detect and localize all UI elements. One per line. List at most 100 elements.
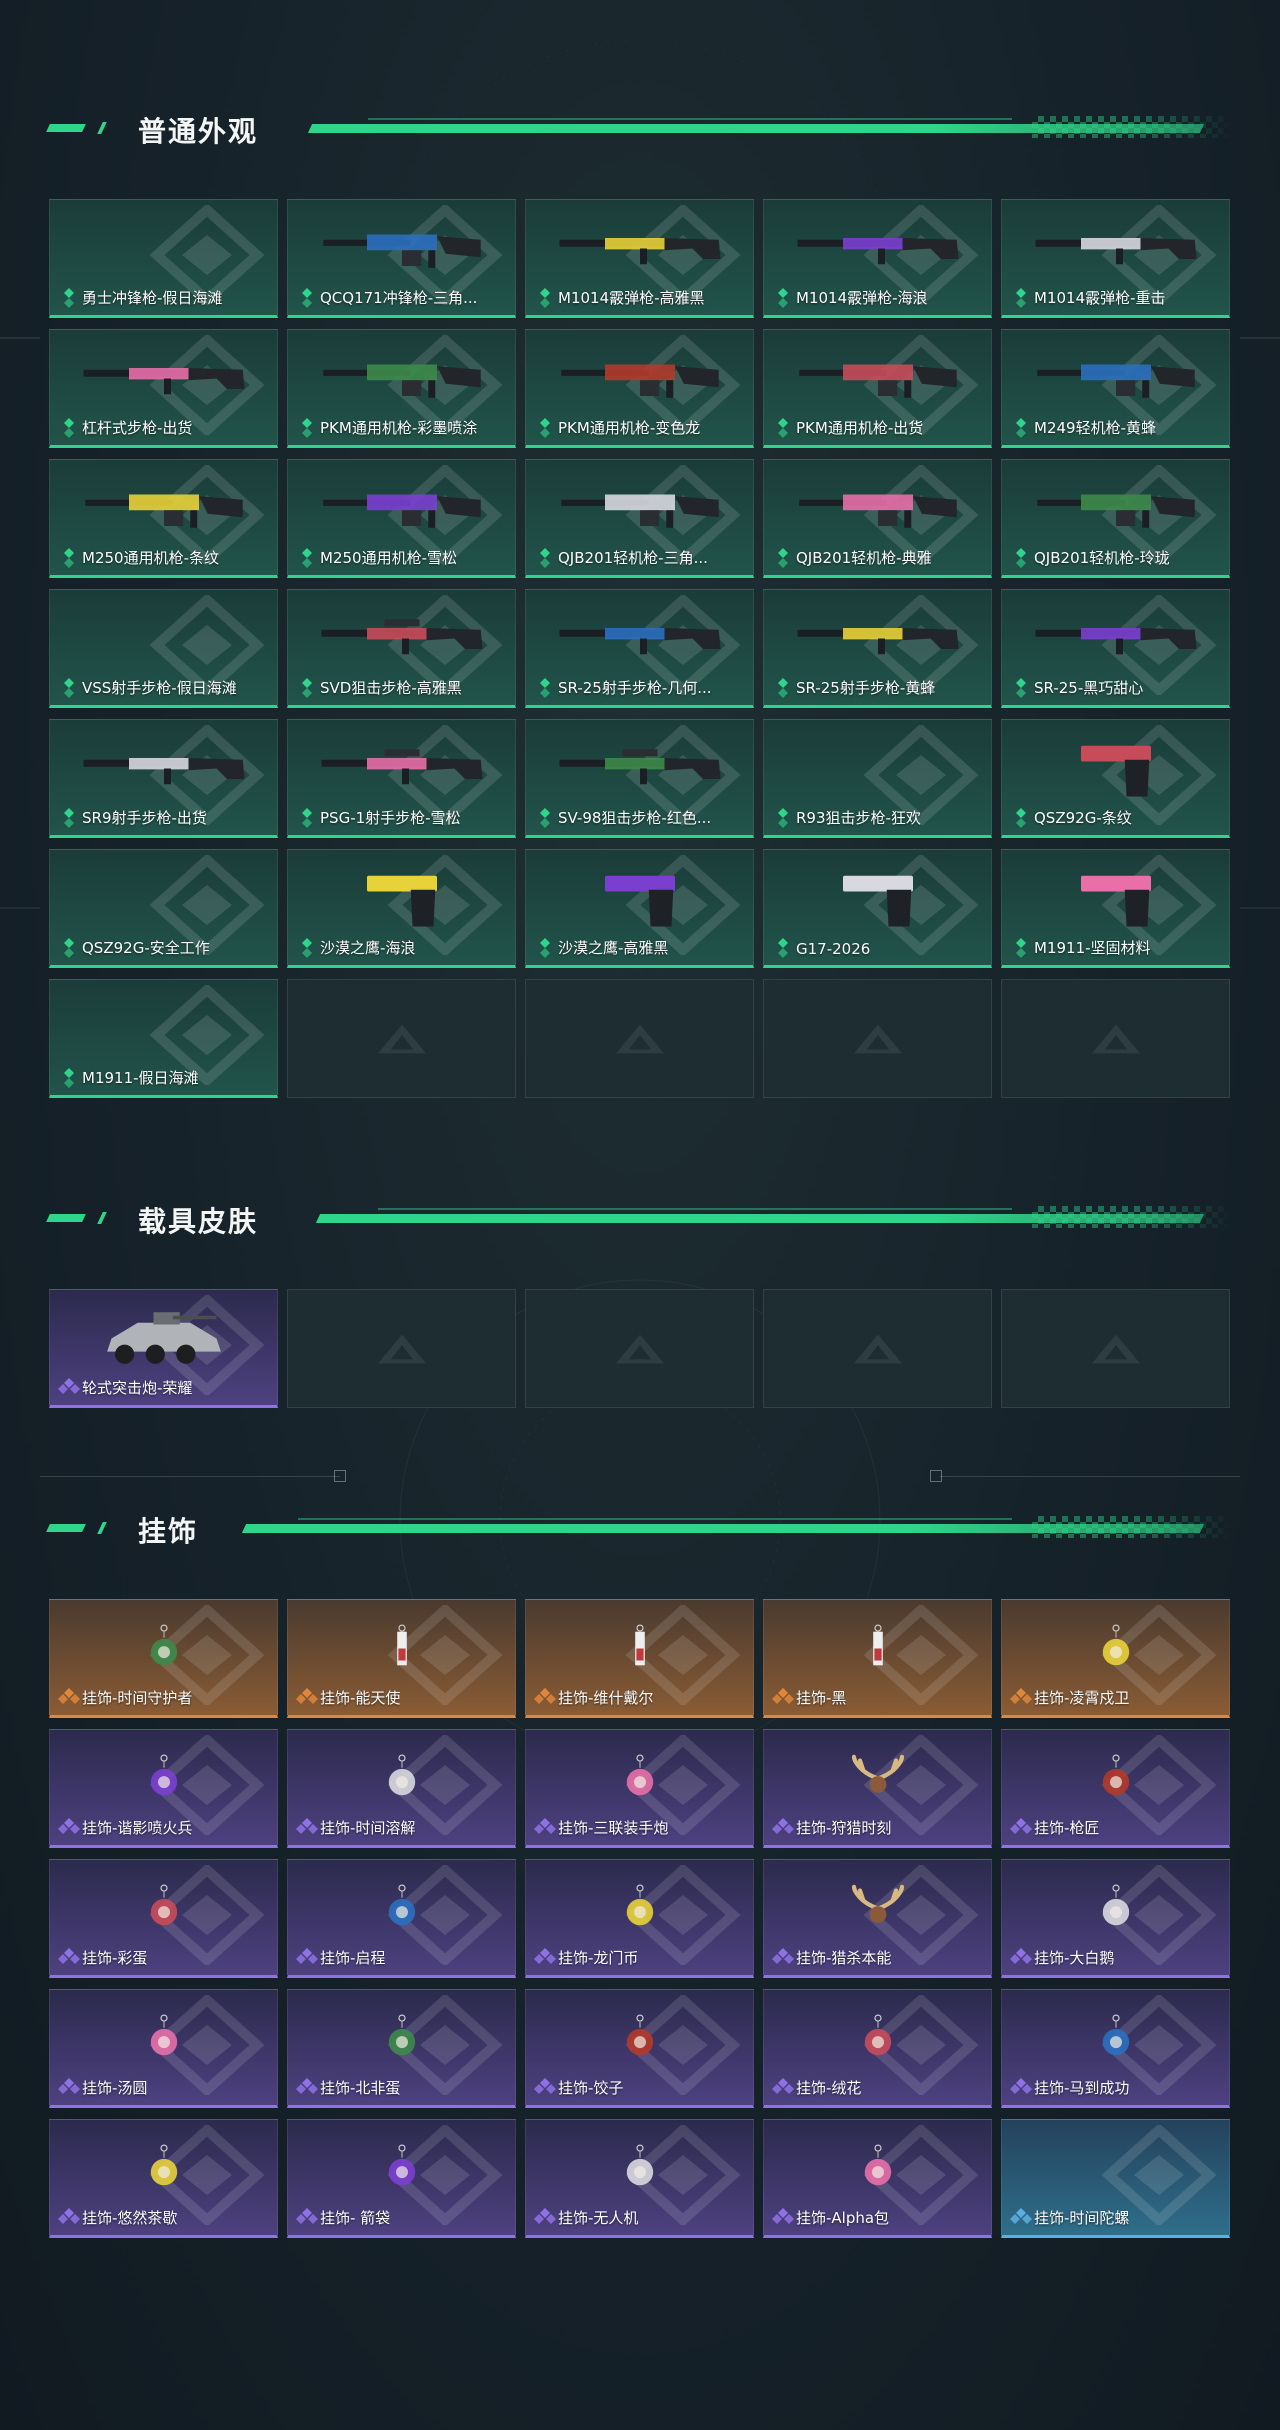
rifle-icon bbox=[1016, 603, 1216, 678]
item-name: SVD狙击步枪-高雅黑 bbox=[320, 679, 462, 697]
item-card[interactable]: 挂饰-枪匠 bbox=[1001, 1729, 1230, 1848]
item-card[interactable]: 挂饰-大白鹅 bbox=[1001, 1859, 1230, 1978]
item-card[interactable]: 挂饰-谐影喷火兵 bbox=[49, 1729, 278, 1848]
header-checker-pattern bbox=[1032, 1516, 1232, 1538]
item-card[interactable]: 挂饰-猎杀本能 bbox=[763, 1859, 992, 1978]
charm-icon bbox=[342, 2128, 462, 2213]
item-name: 挂饰-时间陀螺 bbox=[1034, 2209, 1130, 2227]
item-card[interactable]: 挂饰-饺子 bbox=[525, 1989, 754, 2108]
item-name: 挂饰-黑 bbox=[796, 1689, 847, 1707]
item-card[interactable]: 挂饰-Alpha包 bbox=[763, 2119, 992, 2238]
item-card[interactable]: 挂饰-能天使 bbox=[287, 1599, 516, 1718]
item-card[interactable]: M250通用机枪-条纹 bbox=[49, 459, 278, 578]
orange-rarity-icon bbox=[58, 1686, 80, 1708]
item-name: 挂饰-三联装手炮 bbox=[558, 1819, 669, 1837]
item-name: 挂饰-饺子 bbox=[558, 2079, 624, 2097]
antler-charm-icon bbox=[818, 1868, 938, 1953]
item-card[interactable]: QSZ92G-条纹 bbox=[1001, 719, 1230, 838]
item-card[interactable]: 轮式突击炮-荣耀 bbox=[49, 1289, 278, 1408]
green-rarity-icon bbox=[534, 416, 556, 438]
green-rarity-icon bbox=[296, 676, 318, 698]
item-card[interactable]: 挂饰-马到成功 bbox=[1001, 1989, 1230, 2108]
item-card[interactable]: PKM通用机枪-变色龙 bbox=[525, 329, 754, 448]
item-card[interactable]: QJB201轻机枪-玲珑 bbox=[1001, 459, 1230, 578]
item-name: 沙漠之鹰-高雅黑 bbox=[558, 939, 669, 957]
item-name: QJB201轻机枪-典雅 bbox=[796, 549, 932, 567]
item-card[interactable]: 挂饰-维什戴尔 bbox=[525, 1599, 754, 1718]
item-card[interactable]: M1014霰弹枪-高雅黑 bbox=[525, 199, 754, 318]
item-card[interactable]: M1911-假日海滩 bbox=[49, 979, 278, 1098]
item-card[interactable]: 挂饰-龙门币 bbox=[525, 1859, 754, 1978]
item-card[interactable]: 沙漠之鹰-高雅黑 bbox=[525, 849, 754, 968]
pistol-icon bbox=[778, 863, 978, 938]
item-grid-normal: 勇士冲锋枪-假日海滩 QCQ171冲锋枪-三角... M1014霰弹枪-高雅黑 M10… bbox=[49, 199, 1230, 1098]
item-card[interactable]: QJB201轻机枪-三角... bbox=[525, 459, 754, 578]
item-card[interactable]: SR-25-黑巧甜心 bbox=[1001, 589, 1230, 708]
item-card[interactable]: QSZ92G-安全工作 bbox=[49, 849, 278, 968]
machine-gun-icon bbox=[778, 473, 978, 548]
item-card[interactable]: 挂饰-悠然茶歇 bbox=[49, 2119, 278, 2238]
item-card[interactable]: 杠杆式步枪-出货 bbox=[49, 329, 278, 448]
item-card[interactable]: 挂饰-绒花 bbox=[763, 1989, 992, 2108]
item-card[interactable]: SVD狙击步枪-高雅黑 bbox=[287, 589, 516, 708]
item-name: 挂饰-绒花 bbox=[796, 2079, 862, 2097]
item-card[interactable]: M1014霰弹枪-海浪 bbox=[763, 199, 992, 318]
item-name: 挂饰-启程 bbox=[320, 1949, 386, 1967]
item-card[interactable]: SV-98狙击步枪-红色... bbox=[525, 719, 754, 838]
green-rarity-icon bbox=[534, 546, 556, 568]
item-name: SR-25射手步枪-黄蜂 bbox=[796, 679, 936, 697]
item-card[interactable]: QJB201轻机枪-典雅 bbox=[763, 459, 992, 578]
item-card[interactable]: 挂饰-时间陀螺 bbox=[1001, 2119, 1230, 2238]
item-card[interactable]: R93狙击步枪-狂欢 bbox=[763, 719, 992, 838]
item-card[interactable]: 勇士冲锋枪-假日海滩 bbox=[49, 199, 278, 318]
empty-slot-card bbox=[525, 1289, 754, 1408]
empty-slot-card bbox=[763, 1289, 992, 1408]
item-name: PKM通用机枪-彩墨喷涂 bbox=[320, 419, 478, 437]
item-card[interactable]: 挂饰-启程 bbox=[287, 1859, 516, 1978]
item-card[interactable]: 挂饰- 箭袋 bbox=[287, 2119, 516, 2238]
item-card[interactable]: 挂饰-黑 bbox=[763, 1599, 992, 1718]
item-card[interactable]: M1014霰弹枪-重击 bbox=[1001, 199, 1230, 318]
item-card[interactable]: 挂饰-无人机 bbox=[525, 2119, 754, 2238]
pistol-icon bbox=[1016, 863, 1216, 938]
green-rarity-icon bbox=[58, 936, 80, 958]
purple-rarity-icon bbox=[1010, 1946, 1032, 1968]
item-name: PKM通用机枪-变色龙 bbox=[558, 419, 701, 437]
item-card[interactable]: PKM通用机枪-彩墨喷涂 bbox=[287, 329, 516, 448]
purple-rarity-icon bbox=[58, 2206, 80, 2228]
item-card[interactable]: M249轻机枪-黄蜂 bbox=[1001, 329, 1230, 448]
item-card[interactable]: VSS射手步枪-假日海滩 bbox=[49, 589, 278, 708]
item-card[interactable]: G17-2026 bbox=[763, 849, 992, 968]
green-rarity-icon bbox=[58, 1066, 80, 1088]
item-card[interactable]: 挂饰-三联装手炮 bbox=[525, 1729, 754, 1848]
item-card[interactable]: QCQ171冲锋枪-三角... bbox=[287, 199, 516, 318]
item-name: 沙漠之鹰-海浪 bbox=[320, 939, 416, 957]
item-card[interactable]: M250通用机枪-雪松 bbox=[287, 459, 516, 578]
header-accent-bar bbox=[46, 1524, 86, 1532]
item-card[interactable]: PKM通用机枪-出货 bbox=[763, 329, 992, 448]
section-title: 普通外观 bbox=[138, 115, 259, 148]
item-card[interactable]: SR9射手步枪-出货 bbox=[49, 719, 278, 838]
item-card[interactable]: 挂饰-凌霄戍卫 bbox=[1001, 1599, 1230, 1718]
item-card[interactable]: 挂饰-彩蛋 bbox=[49, 1859, 278, 1978]
item-name: 挂饰-龙门币 bbox=[558, 1949, 639, 1967]
item-card[interactable]: 挂饰-时间守护者 bbox=[49, 1599, 278, 1718]
item-card[interactable]: 挂饰-汤圆 bbox=[49, 1989, 278, 2108]
item-card[interactable]: SR-25射手步枪-几何... bbox=[525, 589, 754, 708]
item-card[interactable]: 挂饰-狩猎时刻 bbox=[763, 1729, 992, 1848]
item-card[interactable]: 挂饰-时间溶解 bbox=[287, 1729, 516, 1848]
item-card[interactable]: PSG-1射手步枪-雪松 bbox=[287, 719, 516, 838]
item-card[interactable]: 挂饰-北非蛋 bbox=[287, 1989, 516, 2108]
charm-icon bbox=[818, 1998, 938, 2083]
item-name: M1014霰弹枪-海浪 bbox=[796, 289, 928, 307]
item-card[interactable]: 沙漠之鹰-海浪 bbox=[287, 849, 516, 968]
green-rarity-icon bbox=[772, 416, 794, 438]
item-name: M249轻机枪-黄蜂 bbox=[1034, 419, 1156, 437]
shotgun-icon bbox=[778, 213, 978, 288]
purple-rarity-icon bbox=[1010, 1816, 1032, 1838]
item-card[interactable]: M1911-坚固材料 bbox=[1001, 849, 1230, 968]
item-name: 挂饰-谐影喷火兵 bbox=[82, 1819, 193, 1837]
item-name: 挂饰-猎杀本能 bbox=[796, 1949, 892, 1967]
item-card[interactable]: SR-25射手步枪-黄蜂 bbox=[763, 589, 992, 708]
green-rarity-icon bbox=[58, 416, 80, 438]
